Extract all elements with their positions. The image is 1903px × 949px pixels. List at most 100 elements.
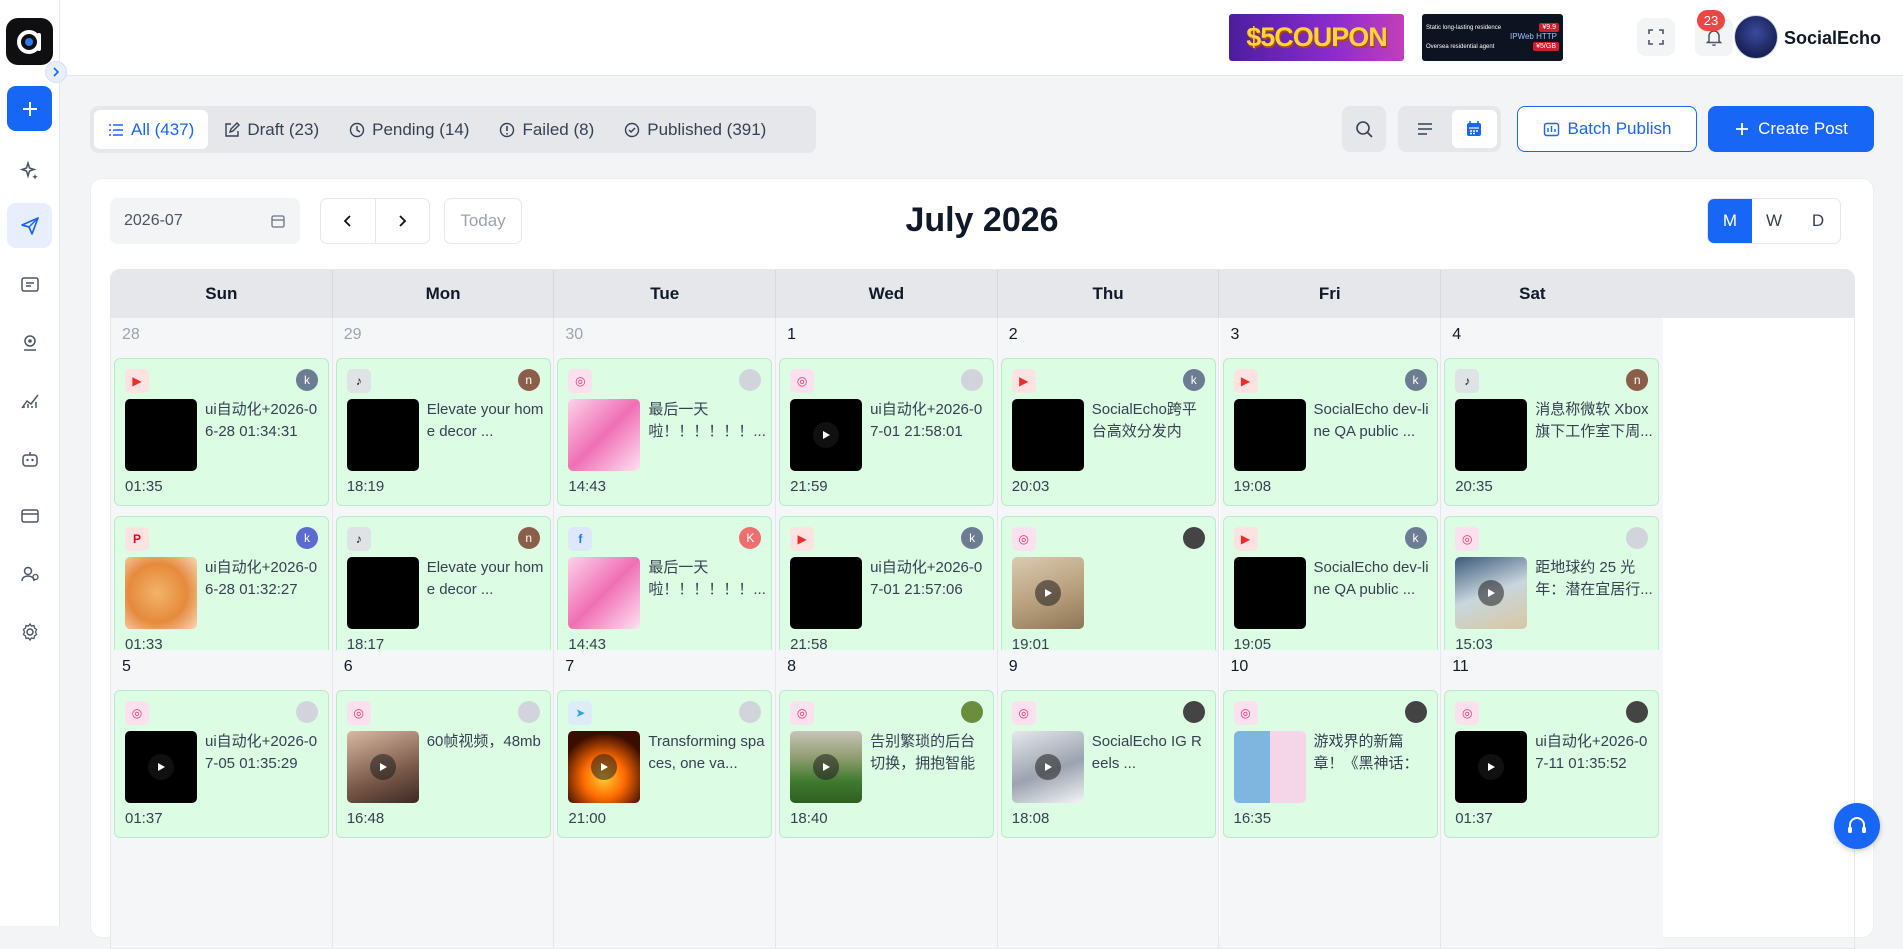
post-card[interactable]: ♪ n Elevate your home decor ... 18:19 (335, 358, 551, 506)
post-card[interactable]: ◎ ui自动化+2026-07-11 01:35:52 01:37 (1444, 690, 1660, 838)
prev-month-button[interactable] (321, 199, 376, 243)
post-thumbnail[interactable] (125, 557, 197, 629)
youtube-icon: ▶ (1011, 369, 1036, 393)
sidebar-item-settings[interactable] (7, 609, 52, 654)
post-thumbnail[interactable] (125, 731, 197, 803)
post-thumbnail[interactable] (1011, 399, 1084, 471)
post-card[interactable]: f K 最后一天啦！！！！！！... 14:43 (557, 516, 773, 664)
post-thumbnail[interactable] (790, 399, 863, 471)
post-thumbnail[interactable] (1011, 731, 1084, 803)
month-picker[interactable]: 2026-07 (110, 198, 300, 244)
post-user-avatar: k (296, 369, 318, 391)
today-button[interactable]: Today (444, 198, 522, 244)
day-mode-button[interactable]: D (1796, 199, 1840, 243)
tab-pending[interactable]: Pending (14) (335, 110, 483, 149)
fullscreen-button[interactable] (1637, 18, 1675, 56)
post-thumbnail[interactable] (790, 557, 863, 629)
post-card[interactable]: ◎ 19:01 (1000, 516, 1216, 664)
post-thumbnail[interactable] (346, 731, 419, 803)
week-mode-button[interactable]: W (1752, 199, 1796, 243)
coupon-banner[interactable]: $5COUPON (1229, 14, 1404, 61)
help-chat-button[interactable] (1834, 803, 1880, 849)
post-card[interactable]: ◎ 60帧视频，48mb 16:48 (335, 690, 551, 838)
post-card[interactable]: ➤ Transforming spaces, one va... 21:00 (557, 690, 773, 838)
post-thumbnail[interactable] (1233, 731, 1306, 803)
next-month-button[interactable] (376, 199, 430, 243)
sidebar-item-billing[interactable] (7, 493, 52, 538)
calendar-day[interactable]: 4 ♪ n 消息称微软 Xbox 旗下工作室下周... 20:35 ◎ 距地球约 25 光年… (1441, 318, 1663, 690)
app-logo[interactable] (6, 18, 53, 65)
post-card[interactable]: ♪ n 消息称微软 Xbox 旗下工作室下周... 20:35 (1444, 358, 1660, 506)
calendar-day[interactable]: 7 ➤ Transforming spaces, one va... 21:00 (554, 650, 777, 948)
users-icon (20, 566, 39, 581)
post-card[interactable]: ♪ n Elevate your home decor ... 18:17 (335, 516, 551, 664)
post-thumbnail[interactable] (346, 557, 419, 629)
post-thumbnail[interactable] (1233, 557, 1306, 629)
calendar-day[interactable]: 3 ▶ k SocialEcho dev-line QA public ... 19:0… (1219, 318, 1442, 690)
calendar-day[interactable]: 29 ♪ n Elevate your home decor ... 18:19 ♪ n El… (332, 318, 555, 690)
post-thumbnail[interactable] (1455, 557, 1528, 629)
post-thumbnail[interactable] (568, 399, 641, 471)
sidebar-item-bot[interactable] (7, 436, 52, 481)
batch-publish-button[interactable]: Batch Publish (1517, 106, 1697, 152)
post-thumbnail[interactable] (568, 557, 641, 629)
calendar-day[interactable]: 30 ◎ 最后一天啦！！！！！！... 14:43 f K 最后一天啦！！！！！！... 14… (554, 318, 777, 690)
calendar-day[interactable]: 2▶kSocialEcho跨平台高效分发内容，...20:03◎19:01+24… (997, 318, 1220, 690)
month-mode-button[interactable]: M (1708, 199, 1752, 243)
weekday-label: Tue (554, 270, 777, 318)
tab-published[interactable]: Published (391) (610, 110, 780, 149)
calendar-day[interactable]: 1 ◎ ui自动化+2026-07-01 21:58:01 21:59 ▶ k ui自动化+… (776, 318, 998, 690)
calendar-day[interactable]: 11 ◎ ui自动化+2026-07-11 01:35:52 01:37 (1441, 650, 1663, 948)
sidebar-item-ai[interactable] (7, 148, 52, 193)
post-card[interactable]: ◎ 告别繁琐的后台切换，拥抱智能化... 18:40 (779, 690, 995, 838)
tab-failed[interactable]: Failed (8) (485, 110, 608, 149)
facebook-icon: f (568, 527, 593, 551)
post-card[interactable]: ◎ 距地球约 25 光年：潜在宜居行... 15:03 (1444, 516, 1660, 664)
post-card[interactable]: ◎ ui自动化+2026-07-05 01:35:29 01:37 (114, 690, 329, 838)
sidebar-item-team[interactable] (7, 551, 52, 596)
create-post-button[interactable]: Create Post (1708, 106, 1874, 152)
sidebar-item-messages[interactable] (7, 262, 52, 307)
play-icon (813, 754, 840, 780)
sidebar-item-publish[interactable] (7, 203, 52, 248)
post-user-avatar: n (517, 369, 540, 391)
calendar-day[interactable]: 8 ◎ 告别繁琐的后台切换，拥抱智能化... 18:40 (776, 650, 998, 948)
post-card[interactable]: ▶ k SocialEcho跨平台高效分发内容，... 20:03 (1000, 358, 1216, 506)
post-card[interactable]: ◎ ui自动化+2026-07-01 21:58:01 21:59 (779, 358, 995, 506)
post-thumbnail[interactable] (1233, 399, 1306, 471)
post-thumbnail[interactable] (346, 399, 419, 471)
post-card[interactable]: ▶ k ui自动化+2026-07-01 21:57:06 21:58 (779, 516, 995, 664)
day-number: 7 (565, 658, 575, 675)
search-button[interactable] (1342, 106, 1386, 152)
list-view-button[interactable] (1402, 110, 1448, 148)
post-thumbnail[interactable] (568, 731, 641, 803)
post-thumbnail[interactable] (1455, 731, 1528, 803)
post-card[interactable]: Pk ui自动化+2026-06-28 01:32:27 01:33 (114, 516, 329, 664)
calendar-day[interactable]: 5 ◎ ui自动化+2026-07-05 01:35:29 01:37 (111, 650, 333, 948)
post-thumbnail[interactable] (790, 731, 863, 803)
new-post-button[interactable] (7, 86, 52, 131)
post-card[interactable]: ▶ k ui自动化+2026-06-28 01:34:31 01:35 (114, 358, 329, 506)
post-card[interactable]: ◎ 最后一天啦！！！！！！... 14:43 (557, 358, 773, 506)
post-thumbnail[interactable] (1455, 399, 1528, 471)
calendar-day[interactable]: 28 ▶ k ui自动化+2026-06-28 01:34:31 01:35 Pk ui自动… (111, 318, 333, 690)
post-card[interactable]: ◎ 游戏界的新篇章！《黑神话：钟馗... 16:35 (1222, 690, 1438, 838)
sidebar-item-analytics[interactable] (7, 378, 52, 423)
calendar-day[interactable]: 9 ◎ SocialEcho IG Reels ... 18:08 (997, 650, 1220, 948)
user-avatar[interactable] (1734, 15, 1778, 59)
post-thumbnail[interactable] (125, 399, 197, 471)
sidebar-toggle-icon[interactable] (45, 61, 67, 83)
calendar-view-button[interactable] (1451, 110, 1497, 148)
tab-all[interactable]: All (437) (94, 110, 209, 149)
account-name[interactable]: SocialEcho (1784, 28, 1881, 49)
post-thumbnail[interactable] (1011, 557, 1084, 629)
calendar-day[interactable]: 6 ◎ 60帧视频，48mb 16:48 (332, 650, 555, 948)
http-ad-banner[interactable]: Static long-lasting residence ¥9.9 Overse… (1422, 14, 1563, 61)
post-card[interactable]: ▶ k SocialEcho dev-line QA public ... 19:05 (1222, 516, 1438, 664)
tab-draft[interactable]: Draft (23) (210, 110, 333, 149)
sidebar-item-monitor[interactable] (7, 320, 52, 365)
instagram-icon: ◎ (790, 369, 815, 393)
calendar-day[interactable]: 10 ◎ 游戏界的新篇章！《黑神话：钟馗... 16:35 (1219, 650, 1442, 948)
post-card[interactable]: ◎ SocialEcho IG Reels ... 18:08 (1000, 690, 1216, 838)
post-card[interactable]: ▶ k SocialEcho dev-line QA public ... 19:08 (1222, 358, 1438, 506)
